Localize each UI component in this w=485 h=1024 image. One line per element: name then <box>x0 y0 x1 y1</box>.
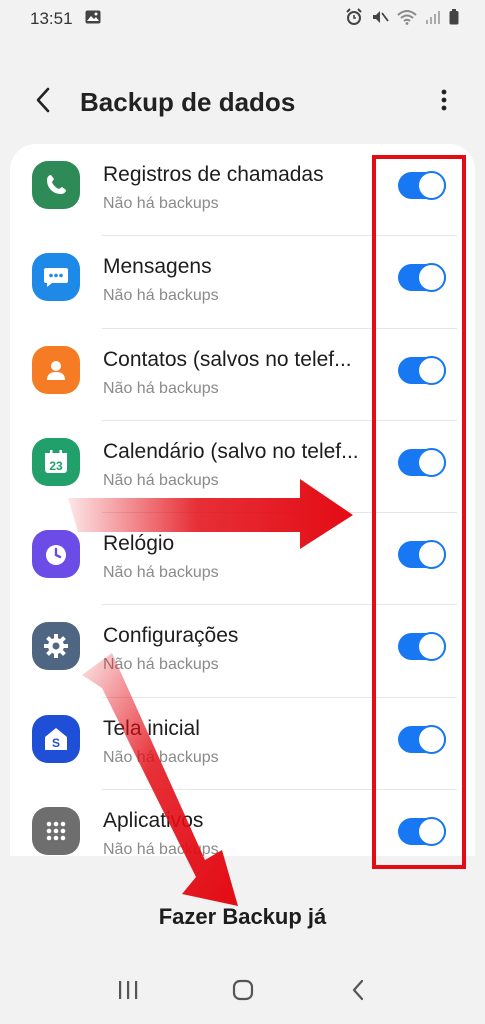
battery-icon <box>449 8 459 30</box>
recents-icon <box>117 979 139 1006</box>
back-nav-icon <box>350 979 366 1006</box>
item-title: Aplicativos <box>103 809 204 833</box>
item-subtitle: Não há backups <box>103 564 219 582</box>
backup-now-button[interactable]: Fazer Backup já <box>0 904 485 930</box>
phone-icon <box>32 161 80 209</box>
item-subtitle: Não há backups <box>103 841 219 856</box>
item-subtitle: Não há backups <box>103 471 219 489</box>
chevron-left-icon <box>35 87 51 118</box>
item-title: Mensagens <box>103 255 212 279</box>
status-right <box>345 7 459 31</box>
contact-icon <box>32 345 80 394</box>
apps-icon <box>32 807 80 856</box>
image-icon <box>85 9 101 29</box>
item-subtitle: Não há backups <box>103 656 219 674</box>
gear-icon <box>32 622 80 671</box>
item-subtitle: Não há backups <box>103 287 219 305</box>
item-subtitle: Não há backups <box>103 195 219 212</box>
message-icon <box>32 253 80 302</box>
page-title: Backup de dados <box>80 86 296 117</box>
status-left: 13:51 <box>30 9 101 29</box>
item-title: Relógio <box>103 532 175 556</box>
item-subtitle: Não há backups <box>103 379 219 397</box>
calendar-day: 23 <box>49 459 63 473</box>
recents-button[interactable] <box>108 972 148 1012</box>
app-header: Backup de dados <box>0 70 485 134</box>
wifi-icon <box>397 9 417 30</box>
annotation-highlight-box <box>372 155 466 869</box>
back-nav-button[interactable] <box>338 972 378 1012</box>
item-title: Calendário (salvo no telef... <box>103 439 359 463</box>
item-title: Tela inicial <box>103 716 200 740</box>
item-title: Registros de chamadas <box>103 163 324 186</box>
more-options-button[interactable] <box>429 84 459 120</box>
status-bar: 13:51 <box>0 0 485 38</box>
calendar-icon: 23 <box>32 437 80 486</box>
item-subtitle: Não há backups <box>103 748 219 766</box>
back-button[interactable] <box>18 77 68 127</box>
clock-icon <box>32 530 80 579</box>
signal-icon <box>425 9 441 30</box>
home-nav-icon <box>231 978 255 1007</box>
svg-text:S: S <box>52 736 60 750</box>
mute-icon <box>371 8 389 31</box>
status-time: 13:51 <box>30 9 73 28</box>
navigation-bar <box>0 960 485 1024</box>
home-button[interactable] <box>223 972 263 1012</box>
home-icon: S <box>32 714 80 763</box>
item-title: Contatos (salvos no telef... <box>103 347 352 371</box>
more-vert-icon <box>441 89 447 116</box>
item-title: Configurações <box>103 624 239 648</box>
alarm-icon <box>345 7 363 31</box>
